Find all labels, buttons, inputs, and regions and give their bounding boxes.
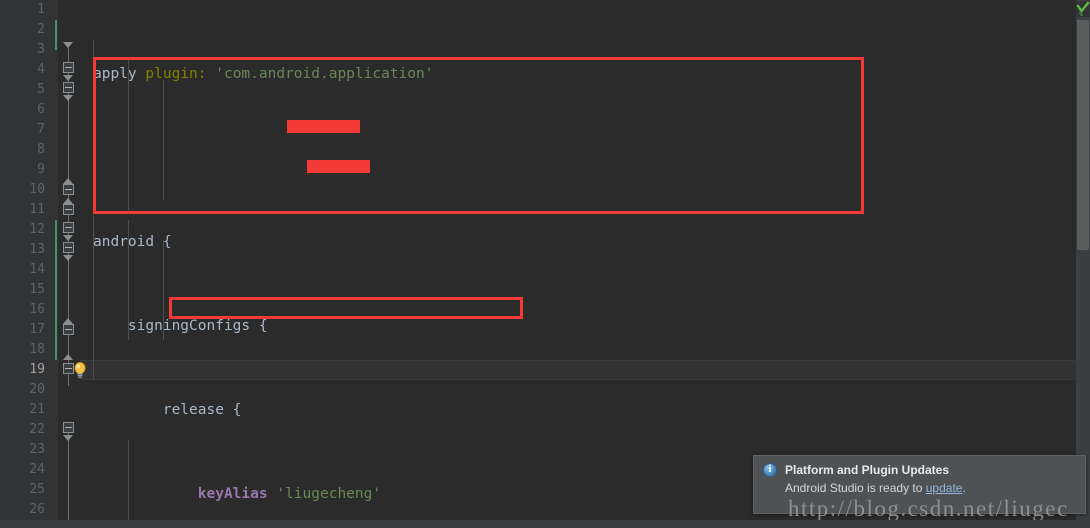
line-number: 4: [37, 62, 45, 77]
line-number: 1: [37, 2, 45, 17]
line-number: 13: [29, 242, 45, 257]
code-line-1[interactable]: apply plugin: 'com.android.application': [93, 64, 914, 84]
line-number: 26: [29, 502, 45, 517]
vcs-change-marker[interactable]: [55, 20, 57, 50]
line-number: 14: [29, 262, 45, 277]
line-number: 24: [29, 462, 45, 477]
line-number: 7: [37, 122, 45, 137]
line-number: 17: [29, 322, 45, 337]
indent-guide: [163, 80, 164, 200]
token-plugin-key: plugin:: [145, 66, 207, 82]
line-number: 18: [29, 342, 45, 357]
line-number: 8: [37, 142, 45, 157]
window-bottom-edge: [0, 520, 1090, 528]
fold-arrow-signingconfigs[interactable]: [63, 75, 73, 81]
notification-title: Platform and Plugin Updates: [785, 463, 950, 477]
info-icon: i: [763, 463, 777, 477]
token-release-block-1: release {: [162, 402, 242, 418]
indent-guide: [128, 440, 129, 528]
code-line-2[interactable]: [93, 148, 914, 168]
notification-title-row: i Platform and Plugin Updates: [754, 456, 1085, 477]
fold-marker-release-2[interactable]: [63, 242, 74, 253]
token-android-block: android {: [93, 234, 172, 250]
token-apply: apply: [93, 66, 137, 82]
code-line-5[interactable]: release {: [93, 400, 914, 420]
line-number: 5: [37, 82, 45, 97]
fold-marker-release-1[interactable]: [63, 82, 74, 93]
fold-arrow-release-1[interactable]: [63, 95, 73, 101]
line-number: 12: [29, 222, 45, 237]
fold-arrow-buildtypes[interactable]: [63, 235, 73, 241]
fold-arrow-release-2[interactable]: [63, 255, 73, 261]
token-plugin-value: 'com.android.application': [215, 66, 434, 82]
line-number: 15: [29, 282, 45, 297]
line-number: 2: [37, 22, 45, 37]
fold-marker-android[interactable]: [63, 42, 73, 48]
notification-balloon[interactable]: i Platform and Plugin Updates Android St…: [753, 455, 1086, 514]
line-number: 3: [37, 42, 45, 57]
line-number: 23: [29, 442, 45, 457]
notification-message: Android Studio is ready to update.: [785, 481, 1085, 495]
fold-connector: [68, 430, 69, 528]
code-line-4[interactable]: signingConfigs {: [93, 316, 914, 336]
line-number-current: 19: [29, 362, 45, 377]
password-redaction-bar-key: [287, 120, 360, 133]
indent-guide: [93, 40, 94, 380]
fold-marker-defaultconfig[interactable]: [63, 422, 74, 433]
indent-guide: [128, 220, 129, 340]
password-redaction-bar-store: [307, 160, 370, 173]
token-signing-configs: signingConfigs {: [127, 318, 268, 334]
editor-gutter[interactable]: 1 2 3 4 5 6 7 8 9 10 11 12 13 14 15 16 1…: [0, 0, 58, 528]
line-number: 10: [29, 182, 45, 197]
token-key-alias-prop: keyAlias: [197, 486, 268, 502]
fold-arrow-up-19[interactable]: [63, 354, 73, 360]
fold-arrow-defaultconfig[interactable]: [63, 435, 73, 441]
notification-message-prefix: Android Studio is ready to: [785, 481, 926, 495]
line-number: 22: [29, 422, 45, 437]
android-studio-editor-window: apply plugin: 'com.android.application' …: [0, 0, 1090, 528]
lightbulb-icon[interactable]: [72, 361, 88, 379]
editor-scrollbar-thumb[interactable]: [1077, 20, 1089, 250]
line-number: 25: [29, 482, 45, 497]
fold-marker-close-17[interactable]: [63, 324, 74, 335]
update-link[interactable]: update: [926, 481, 963, 495]
indent-guide: [163, 240, 164, 340]
indent-guide: [128, 60, 129, 210]
fold-marker-buildtypes[interactable]: [63, 222, 74, 233]
line-number: 21: [29, 402, 45, 417]
vcs-change-marker[interactable]: [55, 220, 57, 360]
token-key-alias-value: 'liugecheng': [276, 486, 382, 502]
code-folding-column[interactable]: [58, 0, 80, 528]
line-number: 9: [37, 162, 45, 177]
fold-marker-signingconfigs[interactable]: [63, 62, 74, 73]
fold-marker-close-11[interactable]: [63, 204, 74, 215]
line-number: 11: [29, 202, 45, 217]
line-number: 6: [37, 102, 45, 117]
code-lines[interactable]: apply plugin: 'com.android.application' …: [93, 0, 914, 528]
code-editor-area[interactable]: apply plugin: 'com.android.application' …: [80, 0, 1076, 528]
fold-marker-close-10[interactable]: [63, 184, 74, 195]
line-number-column: 1 2 3 4 5 6 7 8 9 10 11 12 13 14 15 16 1…: [0, 0, 58, 528]
notification-message-suffix: .: [962, 481, 966, 495]
code-line-3[interactable]: android {: [93, 232, 914, 252]
line-number: 16: [29, 302, 45, 317]
line-number: 20: [29, 382, 45, 397]
checkmark-icon[interactable]: [1076, 1, 1090, 17]
